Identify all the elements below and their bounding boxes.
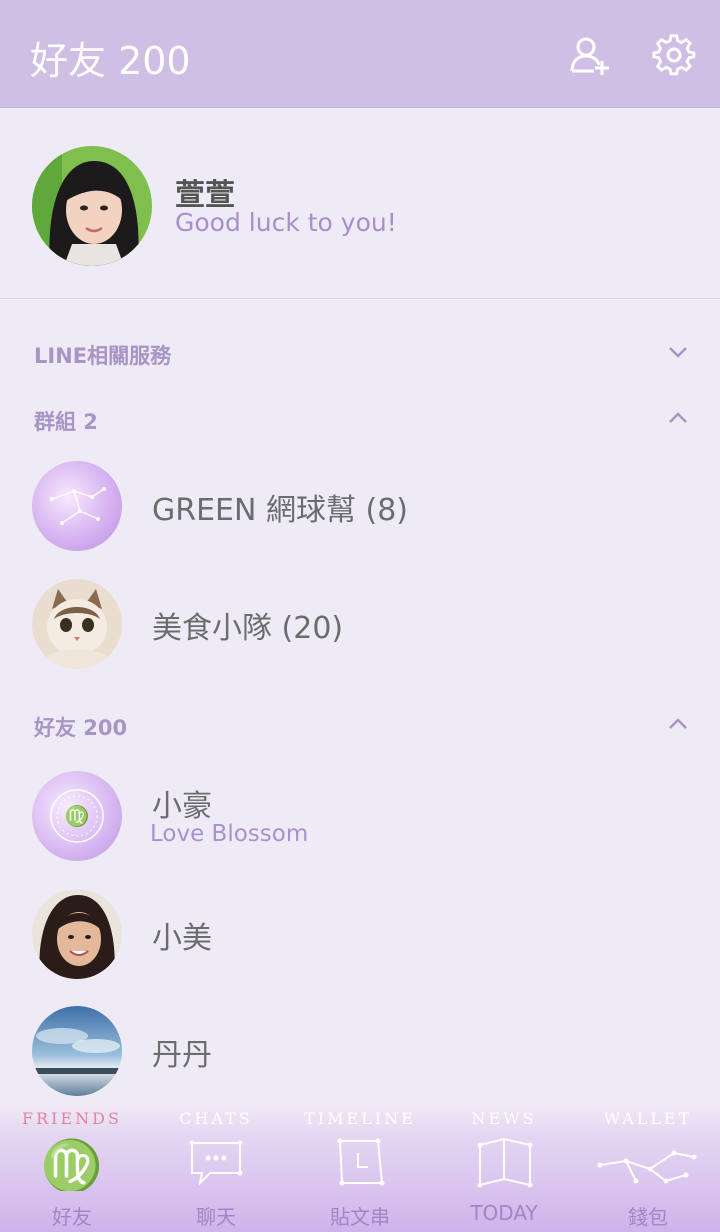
profile-avatar[interactable] [32,146,152,266]
group-row[interactable]: GREEN 網球幫 (8) [0,461,720,579]
group-name: GREEN 網球幫 (8) [152,493,409,528]
add-user-icon[interactable] [568,33,612,77]
friend-row[interactable]: ♍ 小豪 Love Blossom [0,771,720,889]
chat-bubble-icon [189,1140,243,1187]
news-icon [477,1137,533,1188]
profile-status: Good luck to you! [175,208,397,237]
friend-name: 小美 [152,921,212,956]
tab-chats-label: 聊天 [196,1205,236,1229]
group-avatar [32,579,122,669]
tab-timeline-label: 貼文串 [330,1205,390,1229]
tab-friends-en: FRIENDS [22,1109,122,1128]
tab-friends[interactable]: FRIENDS ♍ 好友 [0,1105,144,1232]
tab-chats[interactable]: CHATS 聊天 [144,1105,288,1232]
svg-text:♍: ♍ [42,1137,102,1191]
tab-chats-en: CHATS [179,1109,253,1128]
friend-avatar: ♍ [32,771,122,861]
friend-avatar [32,889,122,979]
tab-wallet[interactable]: WALLET 錢包 [576,1105,720,1232]
section-line-services[interactable]: LINE相關服務 [34,340,171,370]
tab-friends-label: 好友 [52,1205,92,1229]
tab-news-label: TODAY [470,1201,538,1225]
tab-timeline[interactable]: TIMELINE 貼文串 [288,1105,432,1232]
group-avatar [32,461,122,551]
chevron-down-icon[interactable] [666,340,690,364]
tab-news-en: NEWS [471,1109,537,1128]
friend-row[interactable]: 小美 [0,889,720,1007]
section-friends[interactable]: 好友 200 [34,712,127,742]
group-row[interactable]: 美食小隊 (20) [0,579,720,697]
friend-status: Love Blossom [150,821,309,847]
chevron-up-icon[interactable] [666,406,690,430]
my-profile[interactable]: 萱萱 Good luck to you! [0,108,720,299]
friend-name: 小豪 [152,789,212,824]
tab-wallet-label: 錢包 [628,1205,668,1229]
friend-avatar [32,1006,122,1096]
svg-text:♍: ♍ [65,804,90,828]
section-groups[interactable]: 群組 2 [34,406,98,436]
group-name: 美食小隊 (20) [152,611,344,646]
tab-wallet-en: WALLET [603,1109,693,1128]
gear-icon[interactable] [652,33,696,77]
clock-icon [337,1138,385,1186]
bottom-nav: FRIENDS ♍ 好友 CHATS 聊天 TIMELINE 貼文串 NEWS [0,1105,720,1232]
chevron-up-icon[interactable] [666,712,690,736]
tab-news[interactable]: NEWS TODAY [432,1105,576,1232]
friend-name: 丹丹 [152,1038,212,1073]
app-header: 好友 200 [0,0,720,108]
wallet-constellation-icon [597,1150,697,1184]
virgo-icon: ♍ [42,1137,102,1191]
page-title: 好友 200 [30,39,191,83]
tab-timeline-en: TIMELINE [304,1109,416,1128]
